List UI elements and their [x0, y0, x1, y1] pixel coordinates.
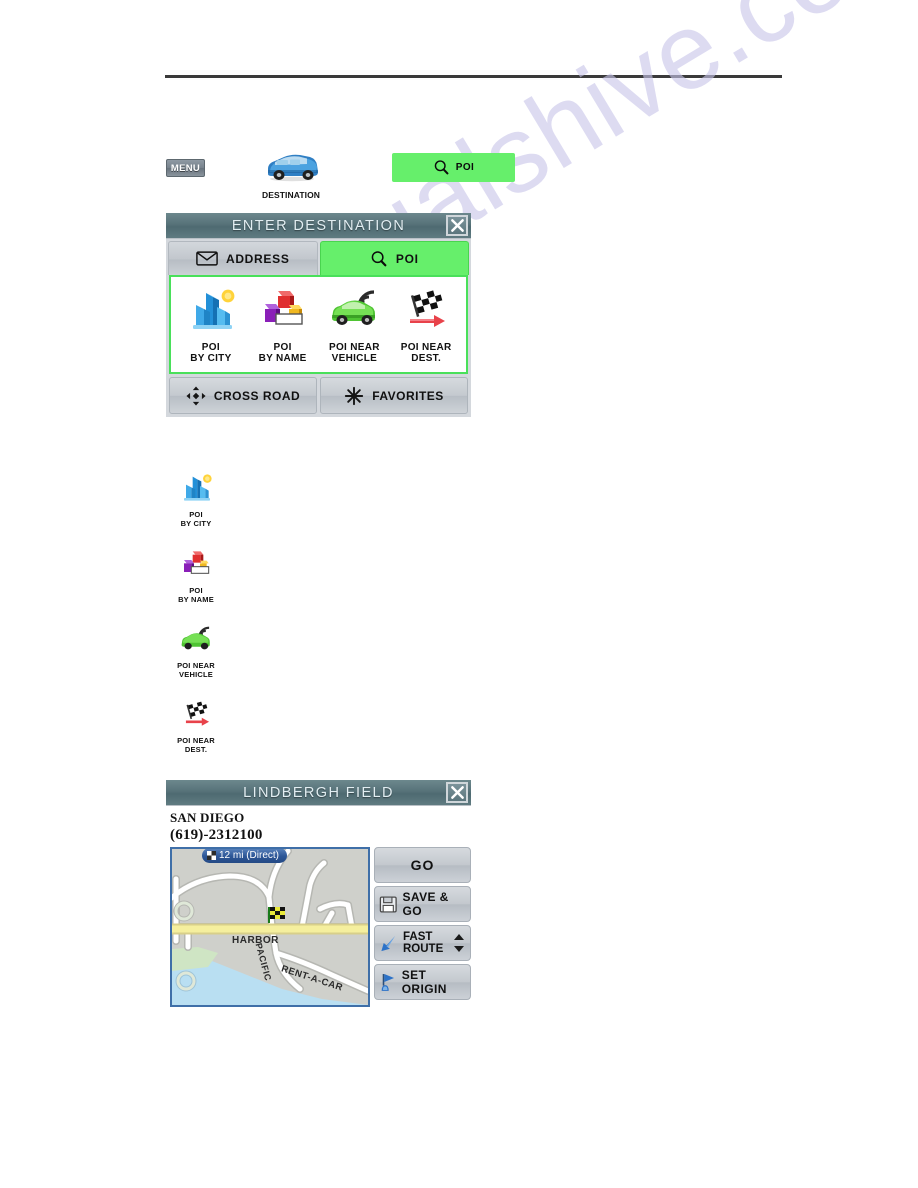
poi-option-by-city[interactable]: POI BY CITY [175, 287, 247, 364]
green-car-signal-icon [332, 290, 376, 325]
floppy-disk-icon [379, 895, 397, 913]
set-origin-button[interactable]: SET ORIGIN [374, 964, 471, 1000]
poi-option-grid: POI BY CITY POI BY NAME POI NEAR VEHICLE… [169, 275, 468, 374]
favorites-button[interactable]: FAVORITES [320, 377, 468, 414]
magnifier-icon [371, 250, 387, 266]
close-button[interactable] [446, 215, 468, 236]
blue-suv-icon [268, 154, 318, 182]
spinner-down-icon[interactable] [454, 946, 464, 952]
crossroad-arrows-icon [186, 385, 206, 406]
poi-detail-city: SAN DIEGO [170, 810, 245, 825]
destination-label: DESTINATION [261, 190, 321, 200]
poi-option-by-name-line1: POI [273, 342, 292, 353]
menu-button-label: MENU [170, 162, 201, 174]
city-skyline-icon [184, 474, 212, 501]
colored-blocks-icon [264, 291, 303, 325]
poi-detail-title: LINDBERGH FIELD [243, 784, 394, 801]
top-control-row: MENU DESTINATION POI [0, 150, 918, 210]
go-button-label: GO [410, 857, 435, 873]
checkered-flag-icon [410, 288, 446, 327]
poi-detail-map-and-actions: HARBOR PACIFIC RENT-A-CAR 12 mi (Direct)… [170, 847, 471, 1007]
enter-destination-panel: ENTER DESTINATION ADDRESS POI POI BY CIT… [166, 213, 471, 417]
set-origin-button-label: SET ORIGIN [401, 968, 447, 996]
tab-address-label: ADDRESS [225, 251, 290, 266]
fast-route-button-line2: ROUTE [403, 943, 444, 955]
poi-option-near-vehicle[interactable]: POI NEAR VEHICLE [319, 287, 391, 364]
map-distance-badge: 12 mi (Direct) [202, 849, 288, 863]
poi-top-button-label: POI [455, 162, 475, 173]
legend-item-poi-by-name: POI BY NAME [166, 548, 226, 604]
colored-blocks-icon [184, 551, 210, 574]
legend-item-poi-near-dest: POI NEAR DEST. [166, 699, 226, 754]
legend-item-poi-by-city-line2: BY CITY [180, 518, 212, 528]
page-header-rule [165, 75, 782, 78]
fast-route-spinner[interactable] [454, 934, 464, 952]
checkered-flag-icon [185, 700, 209, 726]
legend-item-poi-near-dest-line2: DEST. [184, 744, 208, 754]
poi-option-near-dest[interactable]: POI NEAR DEST. [390, 287, 462, 364]
tab-poi-label: POI [395, 251, 419, 266]
legend-item-poi-by-city: POI BY CITY [166, 472, 226, 528]
enter-destination-title-bar: ENTER DESTINATION [166, 213, 471, 239]
poi-detail-actions: GO SAVE & GO FAST ROUTE SET ORIGIN [374, 847, 471, 1007]
blue-flag-pin-icon [381, 974, 395, 991]
city-skyline-icon [192, 289, 235, 329]
favorites-button-label: FAVORITES [372, 388, 444, 403]
enter-destination-title: ENTER DESTINATION [231, 217, 406, 234]
destination-icon-block[interactable]: DESTINATION [258, 150, 324, 200]
destination-tabs: ADDRESS POI [166, 239, 471, 275]
poi-detail-body: SAN DIEGO (619)-2312100 HARBOR PACIFIC R… [166, 806, 471, 1010]
save-and-go-button[interactable]: SAVE & GO [374, 886, 471, 922]
fast-route-button-line1: FAST [403, 930, 433, 943]
poi-option-near-dest-line1: POI NEAR [400, 342, 452, 353]
poi-option-near-vehicle-line2: VEHICLE [331, 353, 378, 364]
checkered-flag-small-icon [207, 851, 216, 860]
poi-detail-phone: (619)-2312100 [170, 827, 263, 843]
poi-top-button[interactable]: POI [392, 153, 515, 182]
poi-option-near-dest-line2: DEST. [411, 353, 442, 364]
poi-option-near-vehicle-line1: POI NEAR [329, 342, 380, 353]
legend-item-poi-near-vehicle-line2: VEHICLE [179, 669, 213, 679]
save-and-go-button-label: SAVE & GO [402, 890, 449, 918]
poi-option-by-name[interactable]: POI BY NAME [247, 287, 319, 364]
green-car-signal-icon [181, 626, 210, 650]
poi-detail-title-bar: LINDBERGH FIELD [166, 780, 471, 806]
blue-arrow-icon [381, 935, 396, 951]
envelope-icon [196, 251, 218, 266]
starburst-icon [345, 386, 364, 405]
legend-item-poi-near-vehicle: POI NEAR VEHICLE [166, 624, 226, 679]
poi-detail-map[interactable]: HARBOR PACIFIC RENT-A-CAR 12 mi (Direct) [170, 847, 370, 1007]
poi-detail-panel: LINDBERGH FIELD SAN DIEGO (619)-2312100 [166, 780, 471, 1010]
poi-option-by-city-line2: BY CITY [190, 353, 232, 364]
fast-route-button[interactable]: FAST ROUTE [374, 925, 471, 961]
menu-button[interactable]: MENU [166, 159, 205, 177]
destination-bottom-buttons: CROSS ROAD FAVORITES [166, 374, 471, 417]
tab-address[interactable]: ADDRESS [168, 241, 318, 275]
close-x-icon [450, 219, 464, 232]
tab-poi[interactable]: POI [319, 241, 469, 275]
poi-icon-legend-list: POI BY CITY POI BY NAME POI NEAR VEHICLE… [166, 472, 226, 774]
legend-item-poi-by-name-line2: BY NAME [178, 594, 214, 604]
poi-detail-close-button[interactable] [446, 782, 468, 803]
poi-option-by-name-line2: BY NAME [258, 353, 307, 364]
map-distance-text: 12 mi (Direct) [219, 850, 280, 861]
spinner-up-icon[interactable] [454, 934, 464, 940]
cross-road-button-label: CROSS ROAD [213, 388, 301, 403]
magnifier-icon [434, 160, 449, 175]
go-button[interactable]: GO [374, 847, 471, 883]
close-x-icon [450, 786, 464, 799]
poi-option-by-city-line1: POI [201, 342, 220, 353]
cross-road-button[interactable]: CROSS ROAD [169, 377, 317, 414]
